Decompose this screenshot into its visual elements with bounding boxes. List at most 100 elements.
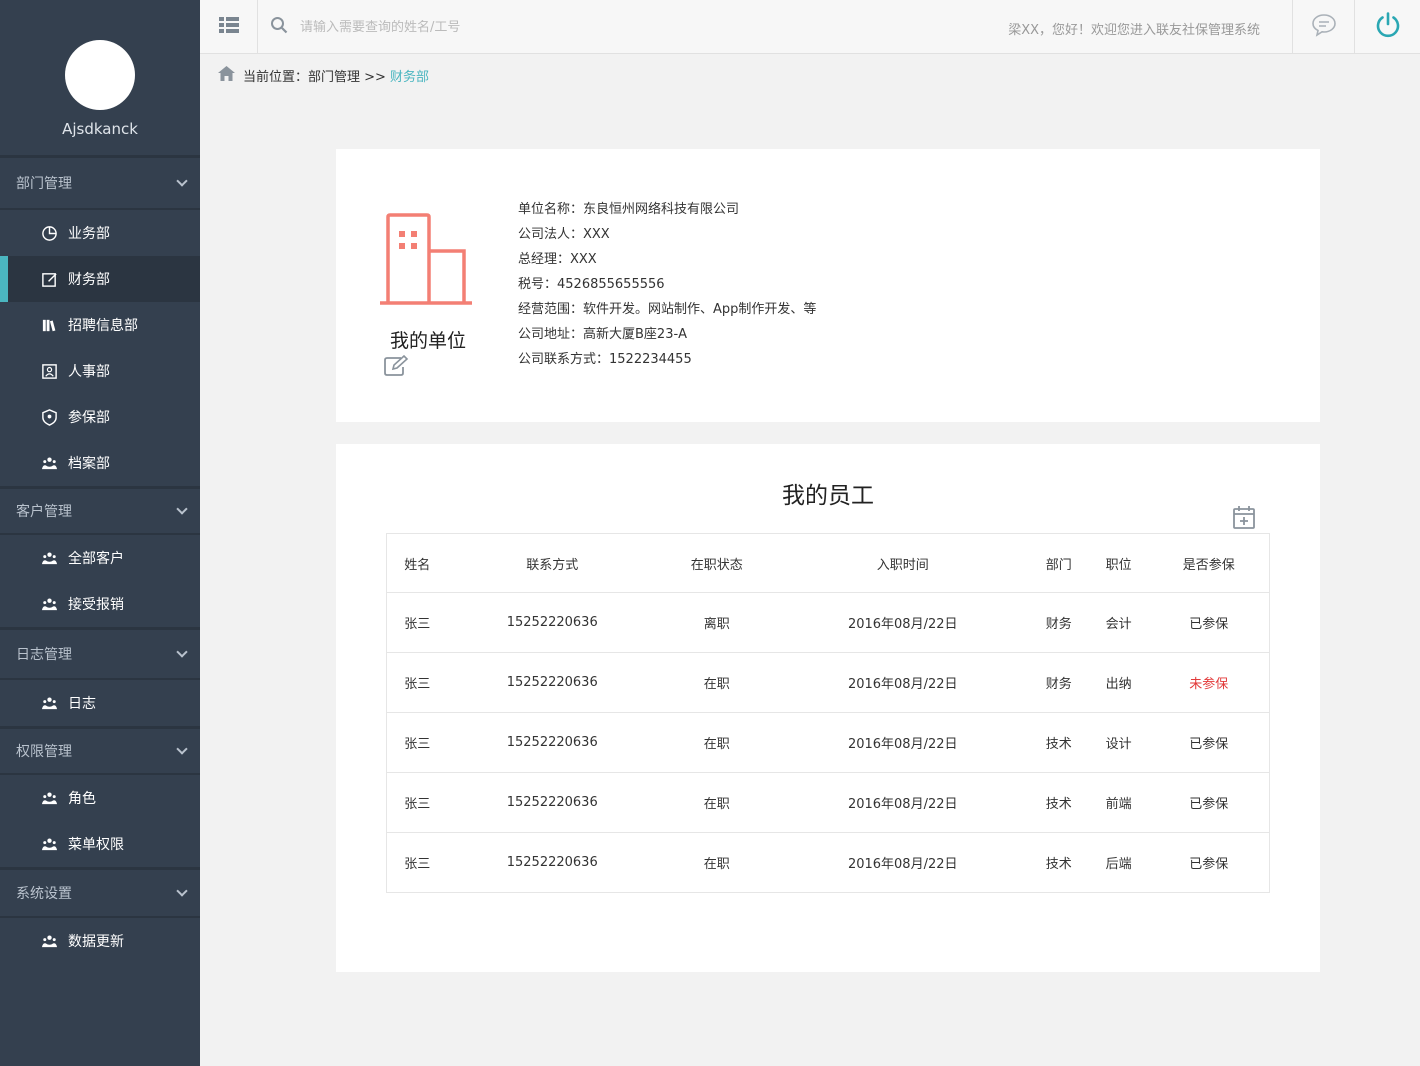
- cell-status: 离职: [656, 592, 777, 653]
- users-icon: [40, 454, 58, 472]
- breadcrumb-current: 财务部: [389, 70, 429, 85]
- sidebar-item-label: 全部客户: [68, 551, 124, 567]
- sidebar-item-label: 档案部: [68, 456, 110, 472]
- breadcrumb-parent[interactable]: 部门管理 >>: [308, 66, 386, 85]
- nav-group-header[interactable]: 系统设置: [0, 870, 200, 918]
- pie-chart-icon: [40, 224, 58, 242]
- sidebar-item-finance[interactable]: 财务部: [0, 256, 200, 302]
- sidebar-item-label: 参保部: [68, 410, 110, 426]
- sidebar-item-label: 数据更新: [68, 934, 124, 950]
- users-icon: [40, 789, 58, 807]
- cell-hire-date: 2016年08月/22日: [776, 652, 1029, 713]
- col-status: 在职状态: [656, 533, 777, 593]
- nav-group-header[interactable]: 日志管理: [0, 630, 200, 680]
- cell-department: 技术: [1028, 712, 1089, 773]
- cell-insured: 已参保: [1148, 592, 1270, 653]
- search-input[interactable]: [300, 19, 720, 35]
- menu-toggle-button[interactable]: [200, 0, 258, 54]
- legal-representative: 公司法人：XXX: [518, 227, 610, 242]
- table-row[interactable]: 张三 15252220636 在职 2016年08月/22日 财务 出纳 未参保: [386, 652, 1270, 713]
- breadcrumb-prefix: 当前位置：: [243, 70, 309, 85]
- cell-department: 财务: [1028, 652, 1089, 713]
- nav-group-department: 部门管理 业务部 财务部 招聘信息部 人事部 参保部 档案部: [0, 158, 200, 489]
- nav-group-permission: 权限管理 角色 菜单权限: [0, 729, 200, 870]
- company-contact: 公司联系方式：1522234455: [518, 352, 692, 367]
- general-manager: 总经理：XXX: [518, 252, 597, 267]
- sidebar-item-label: 财务部: [68, 272, 110, 288]
- cell-position: 会计: [1088, 592, 1149, 653]
- cell-hire-date: 2016年08月/22日: [776, 592, 1029, 653]
- sidebar-item-all-customers[interactable]: 全部客户: [0, 535, 200, 581]
- message-button[interactable]: [1292, 0, 1354, 54]
- avatar[interactable]: [65, 40, 135, 110]
- table-row[interactable]: 张三 15252220636 在职 2016年08月/22日 技术 前端 已参保: [386, 772, 1270, 833]
- cell-name: 张三: [386, 652, 448, 713]
- cell-name: 张三: [386, 832, 448, 893]
- cell-status: 在职: [656, 712, 777, 773]
- search-icon[interactable]: [270, 16, 288, 38]
- cell-contact: 15252220636: [447, 652, 657, 713]
- cell-contact: 15252220636: [447, 712, 657, 773]
- power-icon: [1374, 11, 1402, 43]
- sidebar-item-hr[interactable]: 人事部: [0, 348, 200, 394]
- sidebar-item-insurance[interactable]: 参保部: [0, 394, 200, 440]
- sidebar-item-label: 招聘信息部: [68, 318, 138, 334]
- home-icon[interactable]: [218, 66, 235, 85]
- cell-position: 设计: [1088, 712, 1149, 773]
- chevron-down-icon: [176, 645, 188, 658]
- calendar-add-icon: [1232, 506, 1256, 534]
- sidebar-item-reimbursement[interactable]: 接受报销: [0, 581, 200, 627]
- company-name: 单位名称：东良恒州网络科技有限公司: [518, 202, 740, 217]
- nav-group-title: 部门管理: [16, 176, 72, 192]
- company-info: 单位名称：东良恒州网络科技有限公司 公司法人：XXX 总经理：XXX 税号：45…: [518, 197, 816, 372]
- edit-icon: [383, 354, 409, 381]
- company-title: 我的单位: [390, 330, 467, 352]
- table-row[interactable]: 张三 15252220636 在职 2016年08月/22日 技术 设计 已参保: [386, 712, 1270, 773]
- sidebar-item-log[interactable]: 日志: [0, 680, 200, 726]
- cell-name: 张三: [386, 592, 448, 653]
- chevron-down-icon: [176, 742, 188, 755]
- cell-hire-date: 2016年08月/22日: [776, 712, 1029, 773]
- username: Ajsdkanck: [62, 120, 138, 138]
- company-card: 我的单位 单位名称：东良恒州网络科技有限公司 公司法人：XXX 总经理：XXX …: [336, 149, 1320, 422]
- sidebar-item-role[interactable]: 角色: [0, 775, 200, 821]
- welcome-text: 梁XX，您好！欢迎您进入联友社保管理系统: [1008, 23, 1260, 38]
- nav-group-title: 权限管理: [16, 744, 72, 760]
- shield-icon: [40, 408, 58, 426]
- col-department: 部门: [1028, 533, 1089, 593]
- topbar: 梁XX，您好！欢迎您进入联友社保管理系统: [200, 0, 1420, 54]
- sidebar-item-recruitment[interactable]: 招聘信息部: [0, 302, 200, 348]
- sidebar-item-label: 日志: [68, 696, 96, 712]
- sidebar-item-data-update[interactable]: 数据更新: [0, 918, 200, 964]
- users-icon: [40, 549, 58, 567]
- nav-group-customer: 客户管理 全部客户 接受报销: [0, 489, 200, 630]
- nav-group-header[interactable]: 权限管理: [0, 729, 200, 775]
- col-name: 姓名: [386, 533, 448, 593]
- table-row[interactable]: 张三 15252220636 离职 2016年08月/22日 财务 会计 已参保: [386, 592, 1270, 653]
- sidebar-item-archives[interactable]: 档案部: [0, 440, 200, 486]
- nav-group-title: 日志管理: [16, 647, 72, 663]
- sidebar-item-menu-permission[interactable]: 菜单权限: [0, 821, 200, 867]
- cell-position: 出纳: [1088, 652, 1149, 713]
- logout-button[interactable]: [1354, 0, 1420, 54]
- nav-group-log: 日志管理 日志: [0, 630, 200, 729]
- nav-group-header[interactable]: 客户管理: [0, 489, 200, 535]
- users-icon: [40, 694, 58, 712]
- profile: Ajsdkanck: [0, 0, 200, 158]
- sidebar-item-business[interactable]: 业务部: [0, 210, 200, 256]
- edit-company-button[interactable]: [383, 354, 409, 381]
- books-icon: [40, 316, 58, 334]
- nav-group-header[interactable]: 部门管理: [0, 158, 200, 210]
- sidebar-item-label: 接受报销: [68, 597, 124, 613]
- cell-insured: 已参保: [1148, 832, 1270, 893]
- edit-icon: [40, 270, 58, 288]
- add-employee-button[interactable]: [1232, 504, 1256, 534]
- search-bar: [270, 0, 720, 54]
- chevron-down-icon: [176, 502, 188, 515]
- employees-card: 我的员工 姓名 联系方式 在职状态 入职时间 部门 职位 是否参保 张三 152…: [336, 444, 1320, 972]
- cell-status: 在职: [656, 832, 777, 893]
- cell-insured: 已参保: [1148, 712, 1270, 773]
- cell-position: 前端: [1088, 772, 1149, 833]
- table-row[interactable]: 张三 15252220636 在职 2016年08月/22日 技术 后端 已参保: [386, 832, 1270, 893]
- id-card-icon: [40, 362, 58, 380]
